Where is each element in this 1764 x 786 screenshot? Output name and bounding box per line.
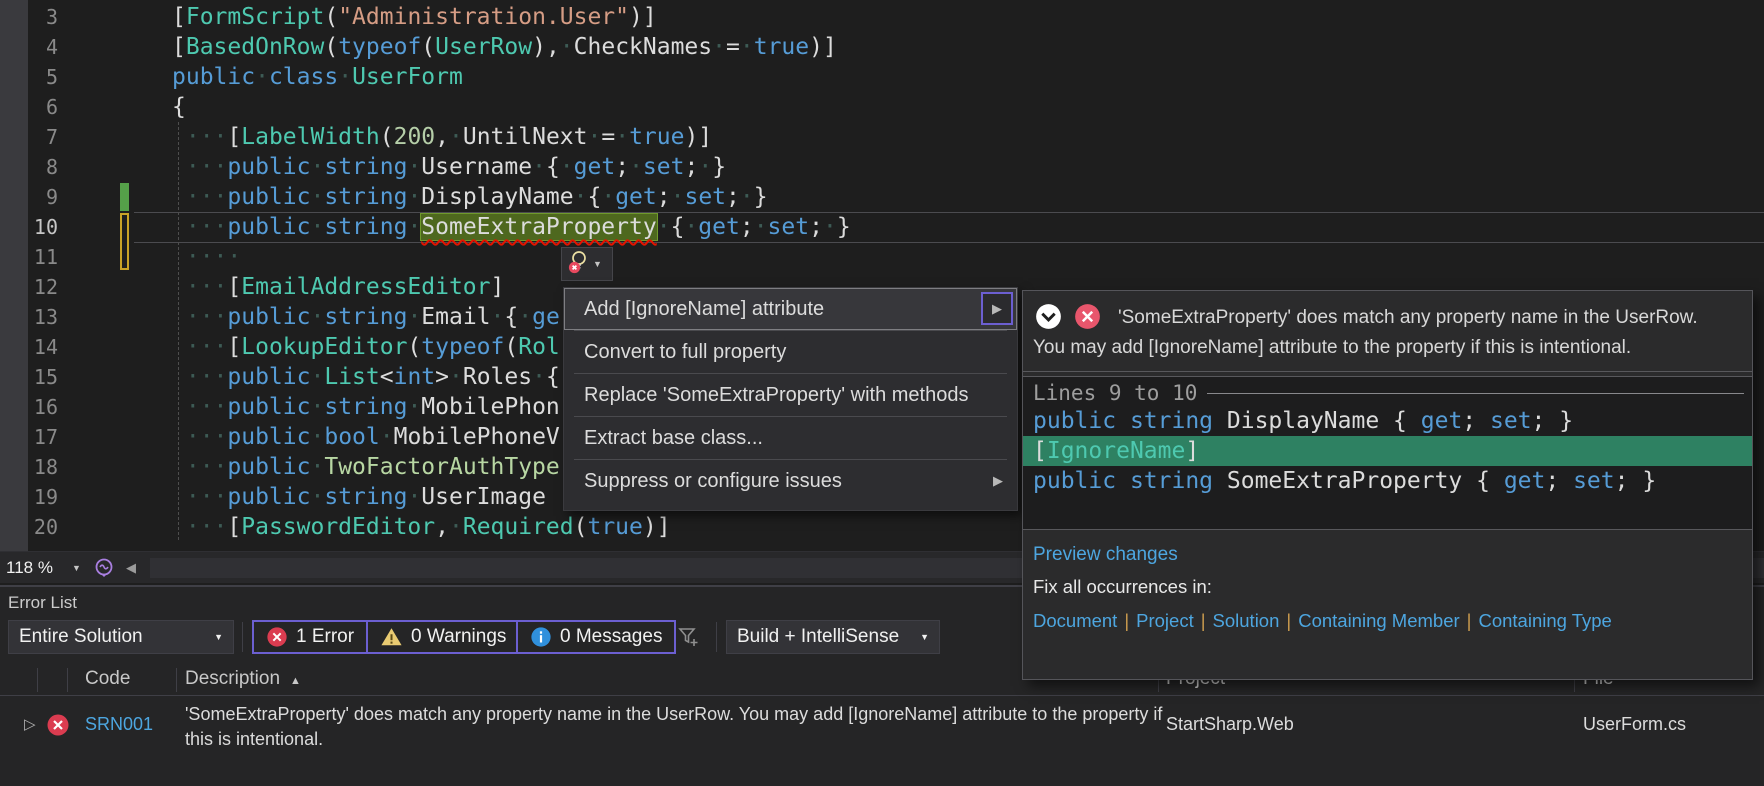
- line-number: 8: [45, 155, 58, 179]
- sort-ascending-icon: ▲: [290, 675, 301, 687]
- column-header-description[interactable]: Description ▲: [185, 668, 301, 690]
- link-separator: |: [1200, 610, 1206, 631]
- error-row[interactable]: ▷ SRN001 'SomeExtraProperty' does match …: [0, 699, 1764, 757]
- code-line[interactable]: 10 ···public·string·SomeExtraProperty·{·…: [0, 212, 1764, 242]
- code-line[interactable]: 3 [FormScript("Administration.User")]: [0, 2, 1764, 32]
- submenu-arrow-icon: ▶: [993, 473, 1003, 488]
- line-number: 4: [45, 35, 58, 59]
- diagnostic-message: 'SomeExtraProperty' does match any prope…: [1033, 307, 1698, 358]
- error-icon: [267, 627, 287, 647]
- line-number: 5: [45, 65, 58, 89]
- menu-item-label: Extract base class...: [584, 427, 763, 449]
- link-separator: |: [1466, 610, 1472, 631]
- chevron-down-icon: ▼: [214, 632, 223, 642]
- warning-icon: [381, 628, 402, 646]
- zoom-level-select[interactable]: 118 %: [6, 552, 53, 584]
- line-number: 16: [33, 395, 58, 419]
- line-number: 10: [33, 215, 58, 239]
- toolbar-separator: [716, 622, 717, 652]
- line-number: 14: [33, 335, 58, 359]
- line-number: 7: [45, 125, 58, 149]
- preview-changes-link[interactable]: Preview changes: [1033, 544, 1178, 565]
- scope-dropdown[interactable]: Entire Solution ▼: [8, 620, 234, 654]
- menu-item[interactable]: Extract base class...: [564, 417, 1017, 459]
- line-number: 3: [45, 5, 58, 29]
- preview-code-line: public string DisplayName { get; set; }: [1033, 408, 1574, 434]
- filter-icon[interactable]: [676, 625, 702, 654]
- menu-item-label: Suppress or configure issues: [584, 470, 842, 492]
- code-preview: Lines 9 to 10 public string DisplayName …: [1023, 377, 1752, 529]
- menu-item[interactable]: Replace 'SomeExtraProperty' with methods: [564, 374, 1017, 416]
- error-list-title: Error List: [8, 593, 77, 612]
- quick-actions-lightbulb-button[interactable]: ▼: [561, 247, 613, 281]
- code-line[interactable]: 6{: [0, 92, 1764, 122]
- messages-filter-label: 0 Messages: [560, 626, 663, 647]
- info-icon: [531, 627, 551, 647]
- fix-scope-link[interactable]: Project: [1136, 610, 1194, 631]
- chevron-down-icon: ▼: [593, 259, 602, 269]
- errors-filter-button[interactable]: 1 Error: [252, 620, 369, 654]
- menu-item-label: Replace 'SomeExtraProperty' with methods: [584, 384, 969, 406]
- line-number: 17: [33, 425, 58, 449]
- lines-range-label: Lines 9 to 10: [1033, 381, 1198, 405]
- warnings-filter-button[interactable]: 0 Warnings: [366, 620, 521, 654]
- fix-scope-link[interactable]: Solution: [1213, 610, 1280, 631]
- line-number: 18: [33, 455, 58, 479]
- code-line[interactable]: 8 ···public·string·Username·{·get;·set;·…: [0, 152, 1764, 182]
- fix-all-label: Fix all occurrences in:: [1033, 576, 1212, 597]
- line-number: 19: [33, 485, 58, 509]
- errors-filter-label: 1 Error: [296, 626, 355, 647]
- menu-item[interactable]: Convert to full property: [564, 331, 1017, 373]
- menu-item-label: Convert to full property: [584, 341, 787, 363]
- preview-added-line: [IgnoreName]: [1023, 436, 1752, 466]
- line-number: 11: [33, 245, 58, 269]
- code-line[interactable]: 4 [BasedOnRow(typeof(UserRow),·CheckNames…: [0, 32, 1764, 62]
- expand-arrow-icon[interactable]: ▷: [24, 715, 36, 733]
- code-line[interactable]: 5 public·class·UserForm: [0, 62, 1764, 92]
- code-line[interactable]: 7 ···[LabelWidth(200,·UntilNext·=·true)]: [0, 122, 1764, 152]
- fix-scope-link[interactable]: Containing Type: [1478, 610, 1611, 631]
- link-separator: |: [1286, 610, 1292, 631]
- toolbar-separator: [242, 622, 243, 652]
- scroll-left-button[interactable]: ◀: [126, 552, 136, 584]
- divider: [0, 695, 1764, 696]
- line-number: 13: [33, 305, 58, 329]
- chevron-down-icon: ▼: [920, 632, 929, 642]
- messages-filter-button[interactable]: 0 Messages: [516, 620, 677, 654]
- scope-dropdown-value: Entire Solution: [19, 626, 143, 647]
- menu-item[interactable]: Suppress or configure issues ▶: [564, 460, 1017, 502]
- document-health-icon[interactable]: [92, 556, 116, 585]
- source-dropdown-value: Build + IntelliSense: [737, 626, 900, 647]
- fix-scope-link[interactable]: Containing Member: [1298, 610, 1459, 631]
- code-cell[interactable]: SRN001: [85, 714, 153, 735]
- code-line[interactable]: 9 ···public·string·DisplayName·{·get;·se…: [0, 182, 1764, 212]
- line-number: 15: [33, 365, 58, 389]
- error-icon: [46, 713, 70, 742]
- fix-preview-popup: 'SomeExtraProperty' does match any prope…: [1022, 290, 1753, 680]
- line-number: 12: [33, 275, 58, 299]
- fix-scope-link[interactable]: Document: [1033, 610, 1117, 631]
- line-number: 9: [45, 185, 58, 209]
- submenu-arrow-button[interactable]: ▶: [981, 292, 1013, 325]
- description-cell: 'SomeExtraProperty' does match any prope…: [185, 704, 1163, 749]
- source-dropdown[interactable]: Build + IntelliSense ▼: [726, 620, 940, 654]
- lightbulb-error-icon: [566, 249, 590, 280]
- column-header-code[interactable]: Code: [85, 668, 130, 690]
- menu-item-label: Add [IgnoreName] attribute: [584, 298, 825, 320]
- menu-item[interactable]: Add [IgnoreName] attribute ▶: [564, 288, 1017, 330]
- line-number: 20: [33, 515, 58, 539]
- warnings-filter-label: 0 Warnings: [411, 626, 507, 647]
- divider: [1207, 392, 1744, 394]
- quick-actions-menu: Add [IgnoreName] attribute ▶ Convert to fu…: [563, 287, 1018, 511]
- preview-code-line: public string SomeExtraProperty { get; s…: [1033, 468, 1657, 494]
- link-separator: |: [1124, 610, 1130, 631]
- code-line[interactable]: 11 ····: [0, 242, 1764, 272]
- line-number: 6: [45, 95, 58, 119]
- project-cell: StartSharp.Web: [1166, 714, 1294, 734]
- chevron-down-icon[interactable]: ▼: [72, 552, 81, 584]
- file-cell: UserForm.cs: [1583, 714, 1686, 734]
